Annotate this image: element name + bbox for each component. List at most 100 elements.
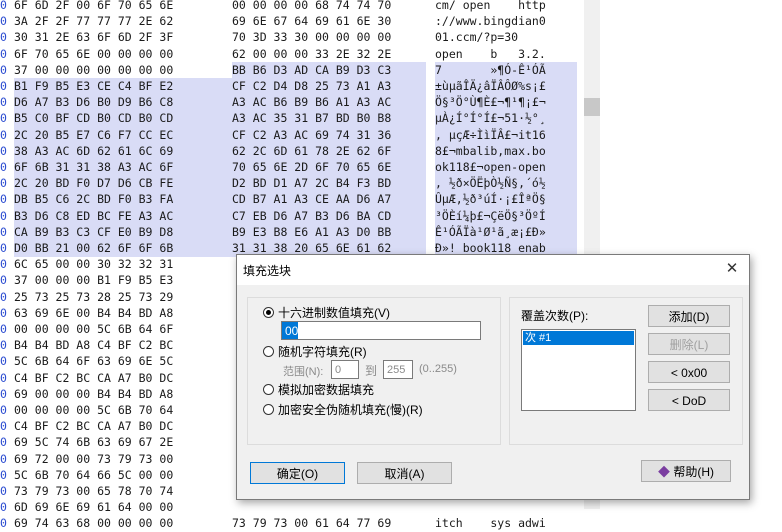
ascii-text[interactable]: 8£¬mbalib,max.bo	[435, 142, 577, 160]
dod-button[interactable]: < DoD	[648, 389, 730, 411]
ok-button[interactable]: 确定(O)	[250, 462, 345, 484]
hex-bytes-right[interactable]: D2 BD D1 A7 2C B4 F3 BD	[232, 175, 426, 193]
hex-bytes-left[interactable]: B5 C0 BF CD B0 CD B0 CD	[14, 110, 236, 128]
hex-bytes-left[interactable]: 6F 6D 2F 00 6F 70 65 6E	[14, 0, 236, 14]
overwrite-passes-list[interactable]: 次 #1	[521, 329, 636, 411]
hex-bytes-left[interactable]: 2C 20 BD F0 D7 D6 CB FE	[14, 175, 236, 193]
hex-bytes-left[interactable]: 38 A3 AC 6D 62 61 6C 69	[14, 142, 236, 160]
offset-cell[interactable]: 0	[0, 13, 10, 30]
hex-bytes-left[interactable]: B4 B4 BD A8 C4 BF C2 BC	[14, 337, 236, 354]
hex-bytes-left[interactable]: B1 F9 B5 E3 CE C4 BF E2	[14, 78, 236, 95]
offset-cell[interactable]: 0	[0, 208, 10, 225]
offset-cell[interactable]: 0	[0, 289, 10, 306]
ascii-text[interactable]: , µçÆ÷ÌìÏÂ£¬it16	[435, 126, 577, 144]
scrollbar-thumb[interactable]	[584, 98, 600, 116]
ascii-text[interactable]: 7 »¶Ó-Ê¹ÓÃ	[435, 61, 577, 79]
offset-cell[interactable]: 0	[0, 240, 10, 257]
zero-fill-button[interactable]: < 0x00	[648, 361, 730, 383]
delete-button[interactable]: 删除(L)	[648, 333, 730, 355]
offset-cell[interactable]: 0	[0, 305, 10, 322]
hex-bytes-right[interactable]: CF C2 D4 D8 25 73 A1 A3	[232, 78, 426, 95]
ascii-text[interactable]: cm/ open http	[435, 0, 577, 14]
offset-cell[interactable]: 0	[0, 386, 10, 403]
hex-bytes-right[interactable]: A3 AC 35 31 B7 BD B0 B8	[232, 110, 426, 128]
offset-cell[interactable]: 0	[0, 515, 10, 532]
offset-cell[interactable]: 0	[0, 370, 10, 387]
offset-cell[interactable]: 0	[0, 467, 10, 484]
close-icon[interactable]: ✕	[721, 258, 743, 280]
ascii-text[interactable]	[435, 499, 577, 516]
offset-cell[interactable]: 0	[0, 175, 10, 192]
offset-cell[interactable]: 0	[0, 499, 10, 516]
hex-bytes-right[interactable]: 70 65 6E 2D 6F 70 65 6E	[232, 159, 426, 176]
range-from-input[interactable]	[331, 360, 359, 379]
radio-unselected-icon[interactable]	[263, 346, 274, 357]
hex-bytes-right[interactable]	[232, 499, 426, 516]
ascii-text[interactable]: ³ÖÈí¼þ£¬ÇëÖ§³ÖºÍ	[435, 207, 577, 225]
radio-unselected-icon[interactable]	[263, 404, 274, 415]
ascii-text[interactable]: 01.ccm/?p=30	[435, 29, 577, 46]
cancel-button[interactable]: 取消(A)	[357, 462, 452, 484]
offset-cell[interactable]: 0	[0, 191, 10, 208]
hex-bytes-left[interactable]: D0 BB 21 00 62 6F 6F 6B	[14, 240, 236, 257]
hex-bytes-left[interactable]: 6D 69 6E 69 61 64 00 00	[14, 499, 236, 516]
hex-bytes-left[interactable]: 69 72 00 00 73 79 73 00	[14, 451, 236, 468]
hex-bytes-left[interactable]: B3 D6 C8 ED BC FE A3 AC	[14, 207, 236, 225]
hex-bytes-left[interactable]: 73 79 73 00 65 78 70 74	[14, 483, 236, 500]
range-to-input[interactable]	[383, 360, 413, 379]
hex-bytes-right[interactable]: 62 00 00 00 33 2E 32 2E	[232, 46, 426, 63]
offset-cell[interactable]: 0	[0, 78, 10, 95]
offset-cell[interactable]: 0	[0, 110, 10, 127]
offset-cell[interactable]: 0	[0, 94, 10, 111]
offset-cell[interactable]: 0	[0, 127, 10, 144]
hex-bytes-left[interactable]: 5C 6B 64 6F 63 69 6E 5C	[14, 353, 236, 370]
ascii-text[interactable]: Ö§³Ö°Ù¶È£¬¶¹¶¡£¬	[435, 94, 577, 112]
ascii-text[interactable]: ÛµÆ,½ð³úÍ·¡£ÎªÖ§	[435, 191, 577, 209]
hex-bytes-right[interactable]: 00 00 00 00 68 74 74 70	[232, 0, 426, 14]
hex-bytes-right[interactable]: A3 AC B6 B9 B6 A1 A3 AC	[232, 94, 426, 112]
hex-bytes-right[interactable]: CD B7 A1 A3 CE AA D6 A7	[232, 191, 426, 209]
hex-bytes-left[interactable]: 69 74 63 68 00 00 00 00	[14, 515, 236, 532]
offset-cell[interactable]: 0	[0, 143, 10, 160]
offset-cell[interactable]: 0	[0, 46, 10, 63]
hex-bytes-left[interactable]: DB B5 C6 2C BD F0 B3 FA	[14, 191, 236, 209]
ascii-text[interactable]: µÀ¿Í°Í°Í£¬51·½°¸	[435, 110, 577, 128]
hex-bytes-left[interactable]: 63 69 6E 00 B4 B4 BD A8	[14, 305, 236, 322]
hex-bytes-right[interactable]: CF C2 A3 AC 69 74 31 36	[232, 126, 426, 144]
hex-bytes-left[interactable]: 6F 6B 31 31 38 A3 AC 6F	[14, 159, 236, 176]
offset-cell[interactable]: 0	[0, 0, 10, 14]
offset-cell[interactable]: 0	[0, 353, 10, 370]
hex-bytes-left[interactable]: 5C 6B 70 64 66 5C 00 00	[14, 467, 236, 484]
hex-bytes-left[interactable]: 6F 70 65 6E 00 00 00 00	[14, 46, 236, 63]
hex-bytes-left[interactable]: 37 00 00 00 00 00 00 00	[14, 62, 236, 79]
hex-bytes-left[interactable]: C4 BF C2 BC CA A7 B0 DC	[14, 418, 236, 435]
offset-cell[interactable]: 0	[0, 451, 10, 468]
hex-bytes-left[interactable]: 37 00 00 00 B1 F9 B5 E3	[14, 272, 236, 289]
hex-bytes-left[interactable]: 2C 20 B5 E7 C6 F7 CC EC	[14, 126, 236, 144]
hex-bytes-left[interactable]: 25 73 25 73 28 25 73 29	[14, 289, 236, 306]
hex-bytes-right[interactable]: 62 2C 6D 61 78 2E 62 6F	[232, 142, 426, 160]
offset-cell[interactable]: 0	[0, 418, 10, 435]
ascii-text[interactable]: ://www.bingdian0	[435, 13, 577, 30]
ascii-text[interactable]: , ½ð×ÖËþÒ½Ñ§,´ó½	[435, 175, 577, 193]
offset-cell[interactable]: 0	[0, 321, 10, 338]
hex-bytes-left[interactable]: D6 A7 B3 D6 B0 D9 B6 C8	[14, 94, 236, 112]
add-button[interactable]: 添加(D)	[648, 305, 730, 327]
hex-bytes-left[interactable]: CA B9 B3 C3 CF E0 B9 D8	[14, 223, 236, 241]
ascii-text[interactable]: ±ùµãÎÄ¿âÏÂÔØ%s¡£	[435, 78, 577, 95]
offset-cell[interactable]: 0	[0, 337, 10, 354]
offset-cell[interactable]: 0	[0, 483, 10, 500]
hex-bytes-right[interactable]: 73 79 73 00 61 64 77 69	[232, 515, 426, 532]
hex-bytes-left[interactable]: 69 5C 74 6B 63 69 67 2E	[14, 434, 236, 451]
offset-cell[interactable]: 0	[0, 29, 10, 46]
ascii-text[interactable]: Ê¹ÓÃÏà¹Ø¹ã¸æ¡£Ð»	[435, 223, 577, 241]
hex-bytes-left[interactable]: 30 31 2E 63 6F 6D 2F 3F	[14, 29, 236, 46]
hex-bytes-left[interactable]: 3A 2F 2F 77 77 77 2E 62	[14, 13, 236, 30]
offset-cell[interactable]: 0	[0, 159, 10, 176]
offset-cell[interactable]: 0	[0, 272, 10, 289]
hex-value-input[interactable]	[281, 321, 481, 340]
hex-bytes-left[interactable]: 00 00 00 00 5C 6B 64 6F	[14, 321, 236, 338]
offset-cell[interactable]: 0	[0, 402, 10, 419]
offset-cell[interactable]: 0	[0, 62, 10, 79]
help-button[interactable]: ◆ 帮助(H)	[641, 460, 731, 482]
